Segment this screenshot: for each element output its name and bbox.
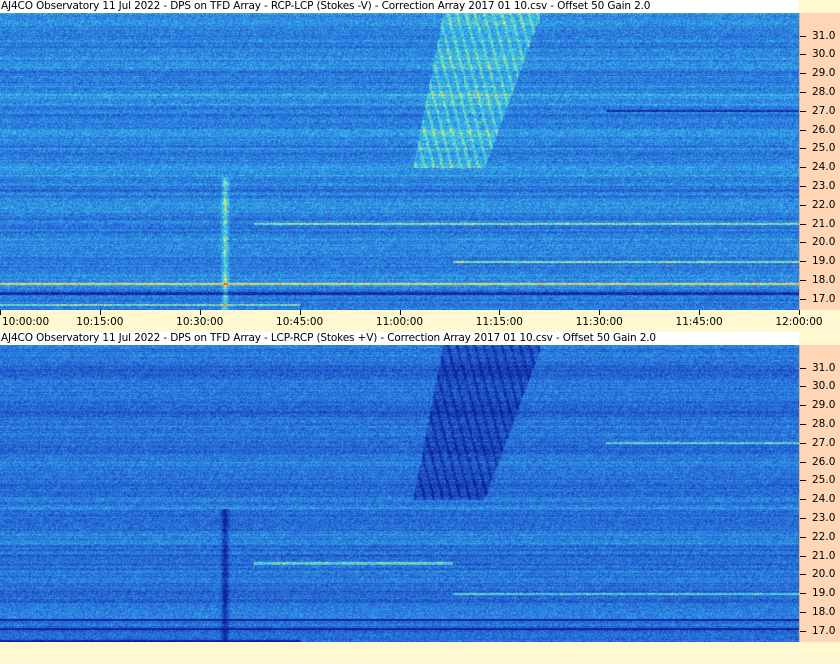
y-tick-label: 21.0 (812, 549, 836, 562)
y-tick (800, 148, 806, 150)
spectrogram-panel-bottom: AJ4CO Observatory 11 Jul 2022 - DPS on T… (0, 332, 840, 664)
y-tick (800, 110, 806, 112)
spectrogram-canvas (0, 345, 799, 642)
spectrogram-canvas (0, 13, 799, 310)
x-tick-label: 10:45:00 (276, 316, 324, 328)
y-tick-label: 27.0 (812, 104, 836, 117)
y-tick-label: 19.0 (812, 587, 836, 600)
y-tick-label: 25.0 (812, 142, 836, 155)
y-tick-label: 29.0 (812, 399, 836, 412)
y-tick (800, 298, 806, 300)
x-tick-label: 10:30:00 (176, 316, 224, 328)
x-tick (0, 310, 1, 315)
y-tick-label: 26.0 (812, 455, 836, 468)
spectrogram-plot (0, 13, 799, 310)
y-tick (800, 442, 806, 444)
y-tick (800, 73, 806, 75)
y-tick (800, 185, 806, 187)
y-tick-label: 22.0 (812, 198, 836, 211)
x-tick-label: 11:30:00 (575, 316, 623, 328)
y-tick-label: 31.0 (812, 29, 836, 42)
y-tick (800, 279, 806, 281)
y-tick (800, 167, 806, 169)
x-tick-label: 10:00:00 (2, 316, 50, 328)
y-tick-label: 30.0 (812, 380, 836, 393)
y-tick-label: 23.0 (812, 511, 836, 524)
y-tick (800, 242, 806, 244)
y-tick (800, 630, 806, 632)
spectrogram-panel-top: AJ4CO Observatory 11 Jul 2022 - DPS on T… (0, 0, 840, 332)
y-tick-label: 23.0 (812, 179, 836, 192)
y-tick (800, 129, 806, 131)
y-tick (800, 499, 806, 501)
y-tick (800, 555, 806, 557)
y-tick-label: 19.0 (812, 255, 836, 268)
y-tick-label: 22.0 (812, 530, 836, 543)
x-tick-label: 11:45:00 (675, 316, 723, 328)
time-axis: 10:00:00 10:15:00 10:30:00 10:45:00 11:00:00… (0, 310, 840, 332)
x-tick (499, 310, 501, 315)
y-tick (800, 517, 806, 519)
y-tick (800, 480, 806, 482)
time-axis (0, 642, 840, 664)
spectrogram-plot (0, 345, 799, 642)
panel-title: AJ4CO Observatory 11 Jul 2022 - DPS on T… (1, 332, 799, 345)
x-tick-label: 12:00:00 (775, 316, 823, 328)
x-tick (799, 310, 800, 315)
y-tick (800, 35, 806, 37)
y-tick-label: 28.0 (812, 417, 836, 430)
y-tick-label: 17.0 (812, 292, 836, 305)
y-tick-label: 29.0 (812, 67, 836, 80)
y-tick (800, 611, 806, 613)
x-tick-label: 10:15:00 (76, 316, 124, 328)
y-tick-label: 21.0 (812, 217, 836, 230)
y-tick (800, 386, 806, 388)
x-tick (699, 310, 701, 315)
frequency-axis: 31.0 30.0 29.0 28.0 27.0 26.0 25.0 24.0 23.0 22.0… (799, 345, 840, 642)
y-tick-label: 28.0 (812, 85, 836, 98)
y-tick-label: 31.0 (812, 361, 836, 374)
y-tick-label: 20.0 (812, 236, 836, 249)
x-tick-label: 11:00:00 (375, 316, 424, 328)
y-tick (800, 536, 806, 538)
y-tick-label: 30.0 (812, 48, 836, 61)
y-tick (800, 91, 806, 93)
panel-title: AJ4CO Observatory 11 Jul 2022 - DPS on T… (1, 0, 799, 13)
y-tick-label: 20.0 (812, 568, 836, 581)
y-tick (800, 574, 806, 576)
y-tick (800, 204, 806, 206)
y-tick-label: 24.0 (812, 161, 836, 174)
y-tick-label: 18.0 (812, 273, 836, 286)
y-tick-label: 26.0 (812, 123, 836, 136)
x-tick (299, 310, 301, 315)
y-tick (800, 405, 806, 407)
y-tick (800, 593, 806, 595)
y-tick (800, 261, 806, 263)
y-tick-label: 27.0 (812, 436, 836, 449)
x-tick (99, 310, 101, 315)
y-tick (800, 461, 806, 463)
y-tick-label: 18.0 (812, 605, 836, 618)
x-tick (199, 310, 201, 315)
y-tick-label: 17.0 (812, 624, 836, 637)
x-tick-label: 11:15:00 (475, 316, 523, 328)
x-tick (399, 310, 401, 315)
y-tick (800, 367, 806, 369)
y-tick-label: 25.0 (812, 474, 836, 487)
y-tick (800, 423, 806, 425)
y-tick (800, 223, 806, 225)
y-tick (800, 54, 806, 56)
x-tick (599, 310, 601, 315)
frequency-axis: 31.0 30.0 29.0 28.0 27.0 26.0 25.0 24.0 23.0 22.0… (799, 13, 840, 310)
y-tick-label: 24.0 (812, 493, 836, 506)
